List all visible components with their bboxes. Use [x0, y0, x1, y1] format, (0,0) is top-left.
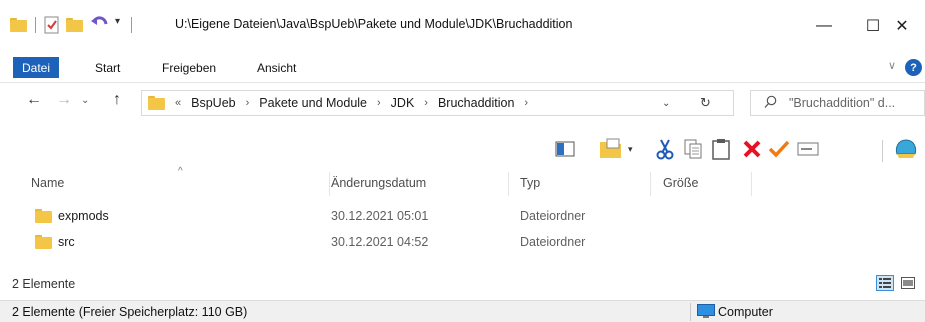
column-headers: ^ Name Änderungsdatum Typ Größe [0, 166, 925, 198]
column-divider[interactable] [751, 172, 752, 196]
file-date: 30.12.2021 04:52 [331, 235, 429, 249]
tab-datei[interactable]: Datei [13, 57, 59, 78]
paste-icon[interactable] [708, 136, 734, 162]
divider [35, 17, 36, 33]
overflow-crumbs-icon[interactable]: « [175, 97, 181, 109]
breadcrumb-bspueb[interactable]: BspUeb [191, 96, 235, 110]
help-icon[interactable]: ? [905, 59, 922, 76]
status-bar: 2 Elemente (Freier Speicherplatz: 110 GB… [0, 300, 925, 322]
copy-icon[interactable] [680, 136, 706, 162]
column-header-type[interactable]: Typ [520, 176, 540, 190]
column-divider[interactable] [329, 172, 330, 196]
shell-icon[interactable] [893, 136, 919, 162]
checkmark-icon[interactable] [766, 136, 792, 162]
divider [882, 140, 883, 162]
item-count: 2 Elemente [12, 277, 76, 291]
ribbon-tabs: Datei Start Freigeben Ansicht ∨ ? [0, 56, 925, 78]
column-header-date[interactable]: Änderungsdatum [331, 176, 426, 190]
breadcrumb-separator-icon[interactable]: › [246, 97, 250, 109]
rename-icon[interactable] [795, 136, 821, 162]
column-header-size[interactable]: Größe [663, 176, 698, 190]
recent-locations-chevron-icon[interactable]: ⌄ [81, 95, 89, 106]
table-row[interactable]: expmods 30.12.2021 05:01 Dateiordner [0, 205, 925, 227]
new-item-icon[interactable] [598, 136, 624, 162]
folder-icon [148, 96, 165, 110]
tab-start[interactable]: Start [95, 61, 120, 75]
file-date: 30.12.2021 05:01 [331, 209, 429, 223]
address-dropdown-icon[interactable]: ⌄ [662, 98, 670, 109]
window-title: U:\Eigene Dateien\Java\BspUeb\Pakete und… [175, 17, 573, 31]
new-item-dropdown-icon[interactable]: ▾ [628, 144, 633, 155]
file-name: expmods [58, 209, 109, 223]
delete-icon[interactable] [739, 136, 765, 162]
tab-freigeben[interactable]: Freigeben [162, 61, 216, 75]
cut-icon[interactable] [652, 136, 678, 162]
search-icon [764, 95, 777, 112]
title-bar: ▾ U:\Eigene Dateien\Java\BspUeb\Pakete u… [0, 0, 925, 56]
column-divider[interactable] [650, 172, 651, 196]
navigation-bar: ← → ⌄ ↑ « BspUeb › Pakete und Module › J… [0, 82, 925, 122]
minimize-button[interactable]: — [801, 10, 847, 42]
preview-pane-icon[interactable] [552, 136, 578, 162]
breadcrumb-bruchaddition[interactable]: Bruchaddition [438, 96, 514, 110]
refresh-icon[interactable]: ↻ [700, 95, 711, 111]
breadcrumb-separator-icon[interactable]: › [524, 97, 528, 109]
breadcrumb-pakete-und-module[interactable]: Pakete und Module [259, 96, 367, 110]
breadcrumb-separator-icon[interactable]: › [424, 97, 428, 109]
computer-icon [697, 304, 715, 322]
file-type: Dateiordner [520, 235, 586, 249]
file-type: Dateiordner [520, 209, 586, 223]
sort-ascending-icon[interactable]: ^ [178, 166, 183, 177]
close-button[interactable]: ✕ [879, 10, 925, 42]
divider [131, 17, 132, 33]
status-text: 2 Elemente (Freier Speicherplatz: 110 GB… [12, 305, 248, 319]
forward-arrow-icon[interactable]: → [56, 91, 72, 109]
breadcrumb-jdk[interactable]: JDK [391, 96, 415, 110]
divider [690, 303, 691, 321]
column-header-name[interactable]: Name [31, 176, 64, 190]
up-arrow-icon[interactable]: ↑ [113, 91, 121, 109]
expand-ribbon-icon[interactable]: ∨ [888, 59, 896, 72]
details-view-icon[interactable] [876, 275, 894, 291]
search-input[interactable]: "Bruchaddition" d... [750, 90, 925, 116]
large-icons-view-icon[interactable] [900, 276, 916, 290]
column-divider[interactable] [508, 172, 509, 196]
address-bar[interactable]: « BspUeb › Pakete und Module › JDK › Bru… [141, 90, 734, 116]
file-name: src [58, 235, 75, 249]
explorer-window: ▾ U:\Eigene Dateien\Java\BspUeb\Pakete u… [0, 0, 925, 322]
toolbar: ▾ [0, 130, 925, 168]
breadcrumb-separator-icon[interactable]: › [377, 97, 381, 109]
undo-icon[interactable] [91, 15, 109, 34]
search-placeholder: "Bruchaddition" d... [789, 96, 896, 110]
location-label: Computer [718, 305, 773, 319]
tab-ansicht[interactable]: Ansicht [257, 61, 296, 75]
properties-icon[interactable] [44, 16, 60, 37]
table-row[interactable]: src 30.12.2021 04:52 Dateiordner [0, 231, 925, 253]
back-arrow-icon[interactable]: ← [26, 91, 42, 109]
quick-access-dropdown-icon[interactable]: ▾ [115, 16, 120, 27]
